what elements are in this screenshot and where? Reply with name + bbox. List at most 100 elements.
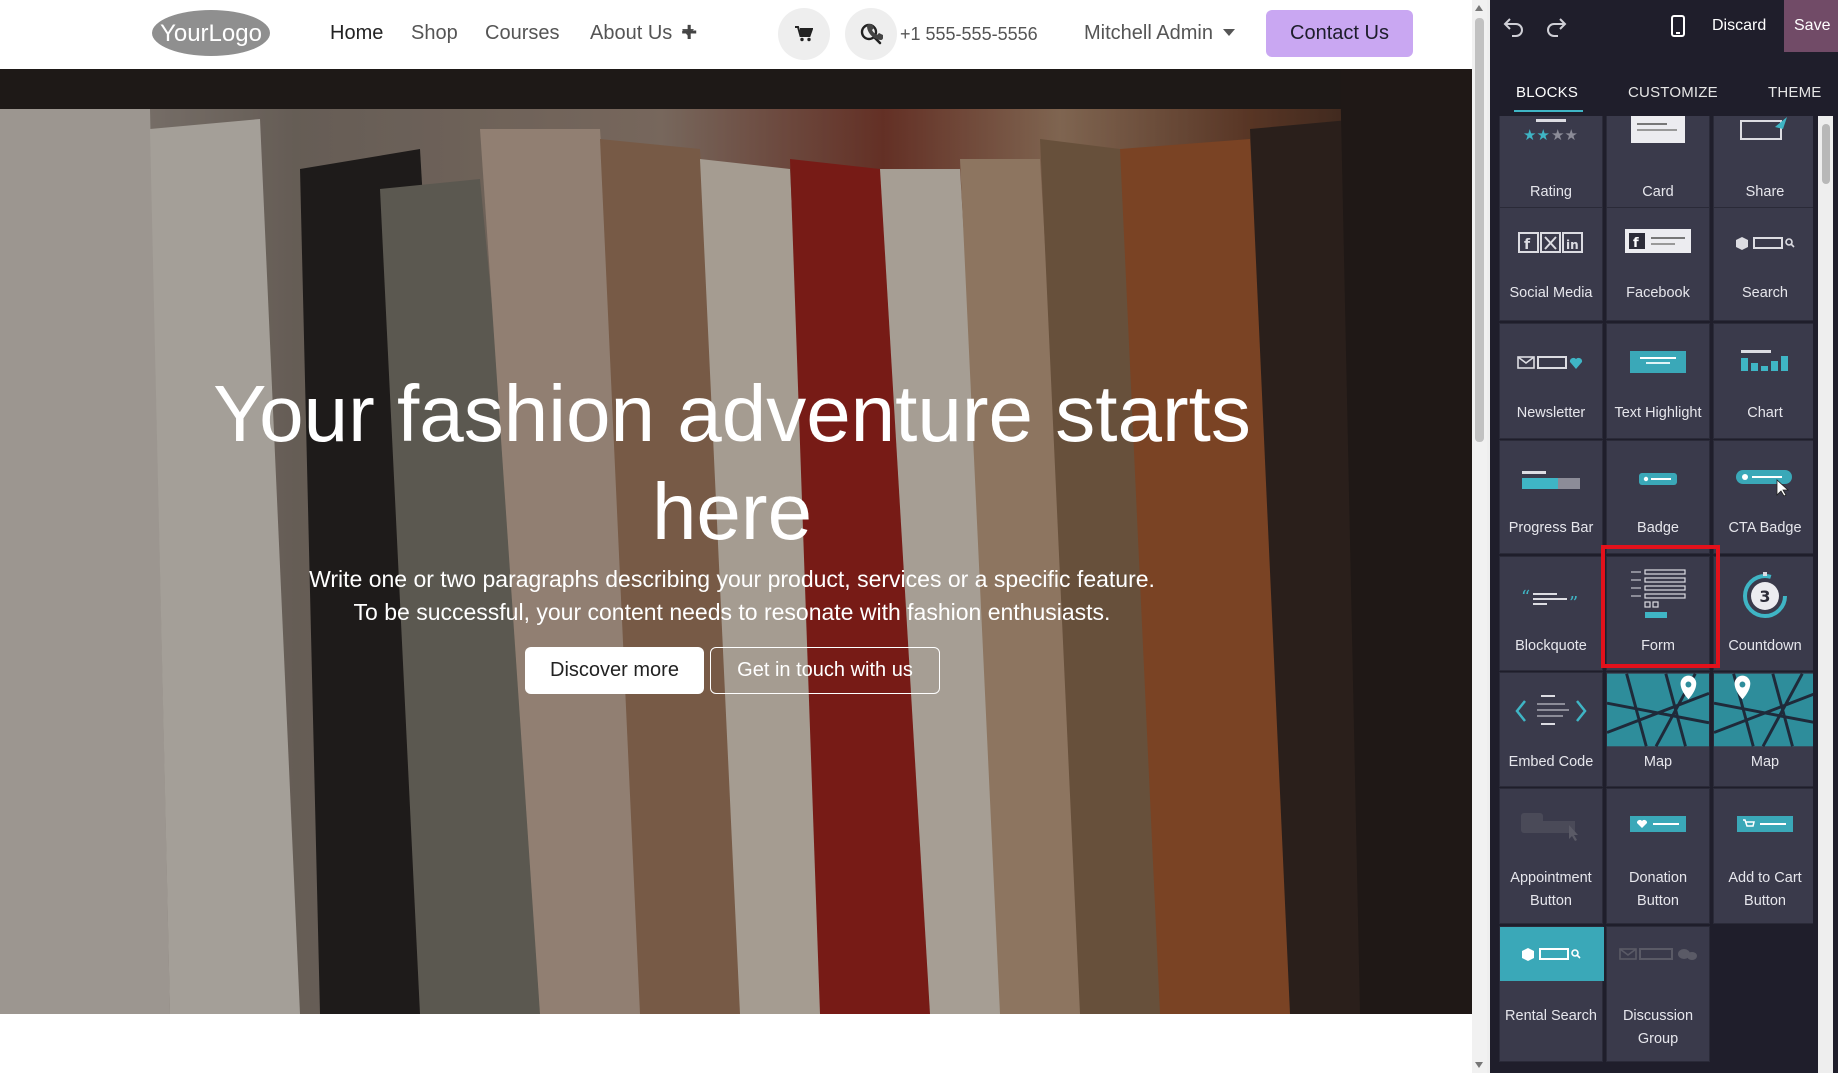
block-map-2[interactable]: Map <box>1713 672 1813 787</box>
block-label: Add to Cart Button <box>1728 870 1802 909</box>
block-rating[interactable]: ★★ ★★ Rating <box>1499 116 1603 220</box>
block-social-media[interactable]: f in Social Media <box>1499 207 1603 321</box>
block-share[interactable]: Share <box>1713 116 1813 220</box>
block-cta-badge[interactable]: CTA Badge <box>1713 440 1813 554</box>
search-block-icon <box>1714 234 1813 252</box>
nav-home[interactable]: Home <box>330 20 383 46</box>
tab-blocks[interactable]: BLOCKS <box>1516 83 1578 103</box>
block-countdown[interactable]: 3 Countdown <box>1713 556 1813 671</box>
progress-bar-icon <box>1500 469 1602 491</box>
block-label: Blockquote <box>1515 638 1587 654</box>
svg-text:“: “ <box>1521 587 1530 608</box>
blocks-scrollbar[interactable] <box>1818 116 1833 1073</box>
block-blockquote[interactable]: “” Blockquote <box>1499 556 1603 671</box>
block-label: Rating <box>1530 184 1572 200</box>
form-icon <box>1607 567 1709 621</box>
nav-courses[interactable]: Courses <box>485 20 559 46</box>
rating-icon: ★★ ★★ <box>1500 117 1602 143</box>
site-logo[interactable]: YourLogo <box>150 8 272 58</box>
contact-us-button[interactable]: Contact Us <box>1266 10 1413 57</box>
block-discussion-group[interactable]: Discussion Group <box>1606 926 1710 1062</box>
appointment-button-icon <box>1500 811 1602 841</box>
svg-text:★★: ★★ <box>1551 126 1578 143</box>
editor-panel: Discard Save BLOCKS CUSTOMIZE THEME ★★ ★★… <box>1490 0 1838 1073</box>
scroll-down-arrow-icon[interactable] <box>1475 1062 1483 1068</box>
website-scrollbar-thumb[interactable] <box>1475 18 1484 442</box>
mobile-preview-icon[interactable] <box>1671 15 1685 37</box>
text-highlight-icon <box>1607 350 1709 374</box>
hero-title[interactable]: Your fashion adventure starts here <box>170 365 1294 561</box>
svg-text:”: ” <box>1569 593 1578 609</box>
block-chart[interactable]: Chart <box>1713 323 1813 439</box>
get-in-touch-button[interactable]: Get in touch with us <box>710 647 940 694</box>
add-to-cart-button-icon <box>1714 815 1813 833</box>
hero-section[interactable]: Your fashion adventure starts here Write… <box>0 69 1472 1014</box>
block-facebook[interactable]: f Facebook <box>1606 207 1710 321</box>
map-icon <box>1714 673 1813 747</box>
block-search[interactable]: Search <box>1713 207 1813 321</box>
block-add-to-cart-button[interactable]: Add to Cart Button <box>1713 788 1813 924</box>
user-menu-dropdown[interactable]: Mitchell Admin <box>1084 20 1235 46</box>
block-label: Share <box>1745 184 1785 200</box>
tab-customize[interactable]: CUSTOMIZE <box>1628 83 1718 103</box>
map-icon <box>1607 673 1709 747</box>
block-label: Map <box>1643 754 1673 770</box>
nav-shop[interactable]: Shop <box>411 20 458 46</box>
block-label: Discussion Group <box>1622 1008 1694 1047</box>
block-card[interactable]: Card <box>1606 116 1710 220</box>
website-scrollbar[interactable] <box>1472 0 1487 1073</box>
donation-button-icon <box>1607 815 1709 833</box>
block-label: Progress Bar <box>1508 520 1594 536</box>
nav-about-label: About Us <box>590 22 673 44</box>
block-appointment-button[interactable]: Appointment Button <box>1499 788 1603 924</box>
blockquote-icon: “” <box>1500 587 1602 609</box>
blocks-grid: ★★ ★★ Rating Card Share f in Social Media … <box>1499 116 1813 1073</box>
svg-text:f: f <box>1633 236 1639 251</box>
block-label: CTA Badge <box>1728 520 1802 536</box>
active-tab-indicator <box>1514 110 1583 112</box>
block-label: Form <box>1641 638 1675 654</box>
embed-code-icon <box>1500 691 1602 731</box>
add-menu-item-icon[interactable]: + <box>681 17 697 47</box>
cart-button[interactable] <box>778 8 830 60</box>
social-media-icon: f in <box>1500 232 1602 254</box>
countdown-number: 3 <box>1759 587 1770 606</box>
tab-theme[interactable]: THEME <box>1768 83 1822 103</box>
facebook-icon: f <box>1607 228 1709 254</box>
hero-description[interactable]: Write one or two paragraphs describing y… <box>200 563 1264 629</box>
redo-icon[interactable] <box>1544 14 1568 38</box>
block-rental-search[interactable]: Rental Search <box>1499 926 1604 1062</box>
countdown-icon: 3 <box>1714 571 1813 621</box>
blocks-scrollbar-thumb[interactable] <box>1822 124 1830 184</box>
block-newsletter[interactable]: Newsletter <box>1499 323 1603 439</box>
website-preview: YourLogo Home Shop Courses About Us + +1… <box>0 0 1472 1073</box>
block-progress-bar[interactable]: Progress Bar <box>1499 440 1603 554</box>
block-text-highlight[interactable]: Text Highlight <box>1606 323 1710 439</box>
block-donation-button[interactable]: Donation Button <box>1606 788 1710 924</box>
block-label: Chart <box>1747 405 1783 421</box>
discard-button[interactable]: Discard <box>1712 15 1766 37</box>
undo-icon[interactable] <box>1502 14 1526 38</box>
discover-more-button[interactable]: Discover more <box>525 647 704 694</box>
scroll-up-arrow-icon[interactable] <box>1475 5 1483 11</box>
chevron-down-icon <box>1222 28 1235 36</box>
block-embed-code[interactable]: Embed Code <box>1499 672 1603 787</box>
block-map-1[interactable]: Map <box>1606 672 1710 787</box>
block-form[interactable]: Form <box>1606 556 1710 671</box>
cta-badge-icon <box>1714 467 1813 497</box>
block-label: Social Media <box>1509 285 1593 301</box>
hero-description-line-2: To be successful, your content needs to … <box>353 599 1111 625</box>
hero-description-line-1: Write one or two paragraphs describing y… <box>309 566 1155 592</box>
block-badge[interactable]: Badge <box>1606 440 1710 554</box>
block-label: Countdown <box>1728 638 1802 654</box>
block-label: Embed Code <box>1508 754 1594 770</box>
block-label: Appointment Button <box>1510 870 1592 909</box>
block-label: Rental Search <box>1505 1008 1597 1024</box>
logo-text: YourLogo <box>160 20 262 47</box>
save-button[interactable]: Save <box>1784 0 1838 52</box>
block-label: Text Highlight <box>1614 405 1702 421</box>
nav-about-dropdown[interactable]: About Us <box>590 20 695 46</box>
phone-icon <box>867 24 883 40</box>
phone-number[interactable]: +1 555-555-5556 <box>900 22 1038 46</box>
block-label: Newsletter <box>1516 405 1586 421</box>
